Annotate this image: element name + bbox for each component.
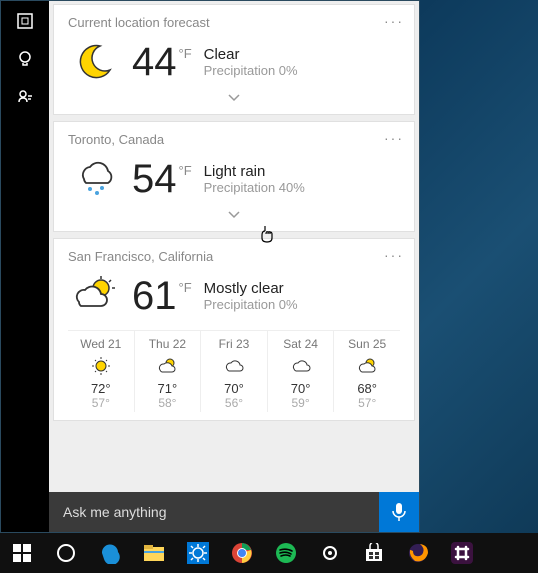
spotify-icon[interactable] [266, 533, 306, 573]
cortana-panel: ··· Current location forecast 44 °F Clea… [0, 0, 420, 533]
start-button[interactable] [2, 533, 42, 573]
file-explorer-icon[interactable] [134, 533, 174, 573]
forecast-day[interactable]: Thu 22 71° 58° [135, 331, 202, 412]
cortana-icon[interactable] [46, 533, 86, 573]
day-label: Sat 24 [268, 337, 334, 351]
card-title: Current location forecast [68, 15, 400, 30]
high-temp: 70° [201, 381, 267, 396]
low-temp: 59° [268, 396, 334, 410]
condition-label: Light rain [204, 163, 305, 180]
expand-chevron[interactable] [68, 205, 400, 223]
cloudy-icon [268, 355, 334, 377]
card-more-icon[interactable]: ··· [384, 130, 404, 146]
forecast-day[interactable]: Sun 25 68° 57° [334, 331, 400, 412]
high-temp: 70° [268, 381, 334, 396]
partly-cloudy-icon [135, 355, 201, 377]
store-icon[interactable] [354, 533, 394, 573]
unit-label: °F [179, 46, 192, 85]
mic-button[interactable] [379, 492, 419, 532]
cortana-left-rail [1, 1, 49, 532]
condition-label: Mostly clear [204, 280, 298, 297]
bulb-icon[interactable] [15, 49, 35, 69]
search-placeholder: Ask me anything [63, 504, 379, 520]
expand-chevron[interactable] [68, 88, 400, 106]
partly-cloudy-icon [334, 355, 400, 377]
groove-icon[interactable] [310, 533, 350, 573]
precip-label: Precipitation 0% [204, 63, 298, 78]
forecast-day[interactable]: Fri 23 70° 56° [201, 331, 268, 412]
slack-icon[interactable] [442, 533, 482, 573]
low-temp: 57° [68, 396, 134, 410]
unit-label: °F [179, 163, 192, 202]
partly-cloudy-icon [68, 270, 120, 322]
firefox-icon[interactable] [398, 533, 438, 573]
weather-card-toronto[interactable]: ··· Toronto, Canada 54 °F Light rain Pre… [53, 121, 415, 232]
weather-cards-area: ··· Current location forecast 44 °F Clea… [49, 1, 419, 492]
forecast-row: Wed 21 72° 57° Thu 22 71° 58° Fri 23 70°… [68, 330, 400, 412]
temperature: 61 [132, 274, 177, 319]
card-more-icon[interactable]: ··· [384, 13, 404, 29]
high-temp: 72° [68, 381, 134, 396]
home-icon[interactable] [15, 11, 35, 31]
card-title: San Francisco, California [68, 249, 400, 264]
rain-icon [68, 153, 120, 205]
taskbar [0, 533, 538, 573]
cortana-search-bar[interactable]: Ask me anything [49, 492, 419, 532]
cloudy-icon [201, 355, 267, 377]
low-temp: 57° [334, 396, 400, 410]
high-temp: 68° [334, 381, 400, 396]
unit-label: °F [179, 280, 192, 319]
forecast-day[interactable]: Sat 24 70° 59° [268, 331, 335, 412]
day-label: Thu 22 [135, 337, 201, 351]
temperature: 44 [132, 40, 177, 85]
high-temp: 71° [135, 381, 201, 396]
day-label: Sun 25 [334, 337, 400, 351]
sunny-icon [68, 355, 134, 377]
moon-icon [68, 36, 120, 88]
low-temp: 56° [201, 396, 267, 410]
chrome-icon[interactable] [222, 533, 262, 573]
low-temp: 58° [135, 396, 201, 410]
weather-card-sf[interactable]: ··· San Francisco, California 61 °F Most… [53, 238, 415, 421]
weather-card-current[interactable]: ··· Current location forecast 44 °F Clea… [53, 4, 415, 115]
edge-icon[interactable] [90, 533, 130, 573]
card-title: Toronto, Canada [68, 132, 400, 147]
condition-label: Clear [204, 46, 298, 63]
day-label: Wed 21 [68, 337, 134, 351]
precip-label: Precipitation 40% [204, 180, 305, 195]
card-more-icon[interactable]: ··· [384, 247, 404, 263]
forecast-day[interactable]: Wed 21 72° 57° [68, 331, 135, 412]
day-label: Fri 23 [201, 337, 267, 351]
precip-label: Precipitation 0% [204, 297, 298, 312]
temperature: 54 [132, 157, 177, 202]
feedback-icon[interactable] [15, 87, 35, 107]
settings-icon[interactable] [178, 533, 218, 573]
